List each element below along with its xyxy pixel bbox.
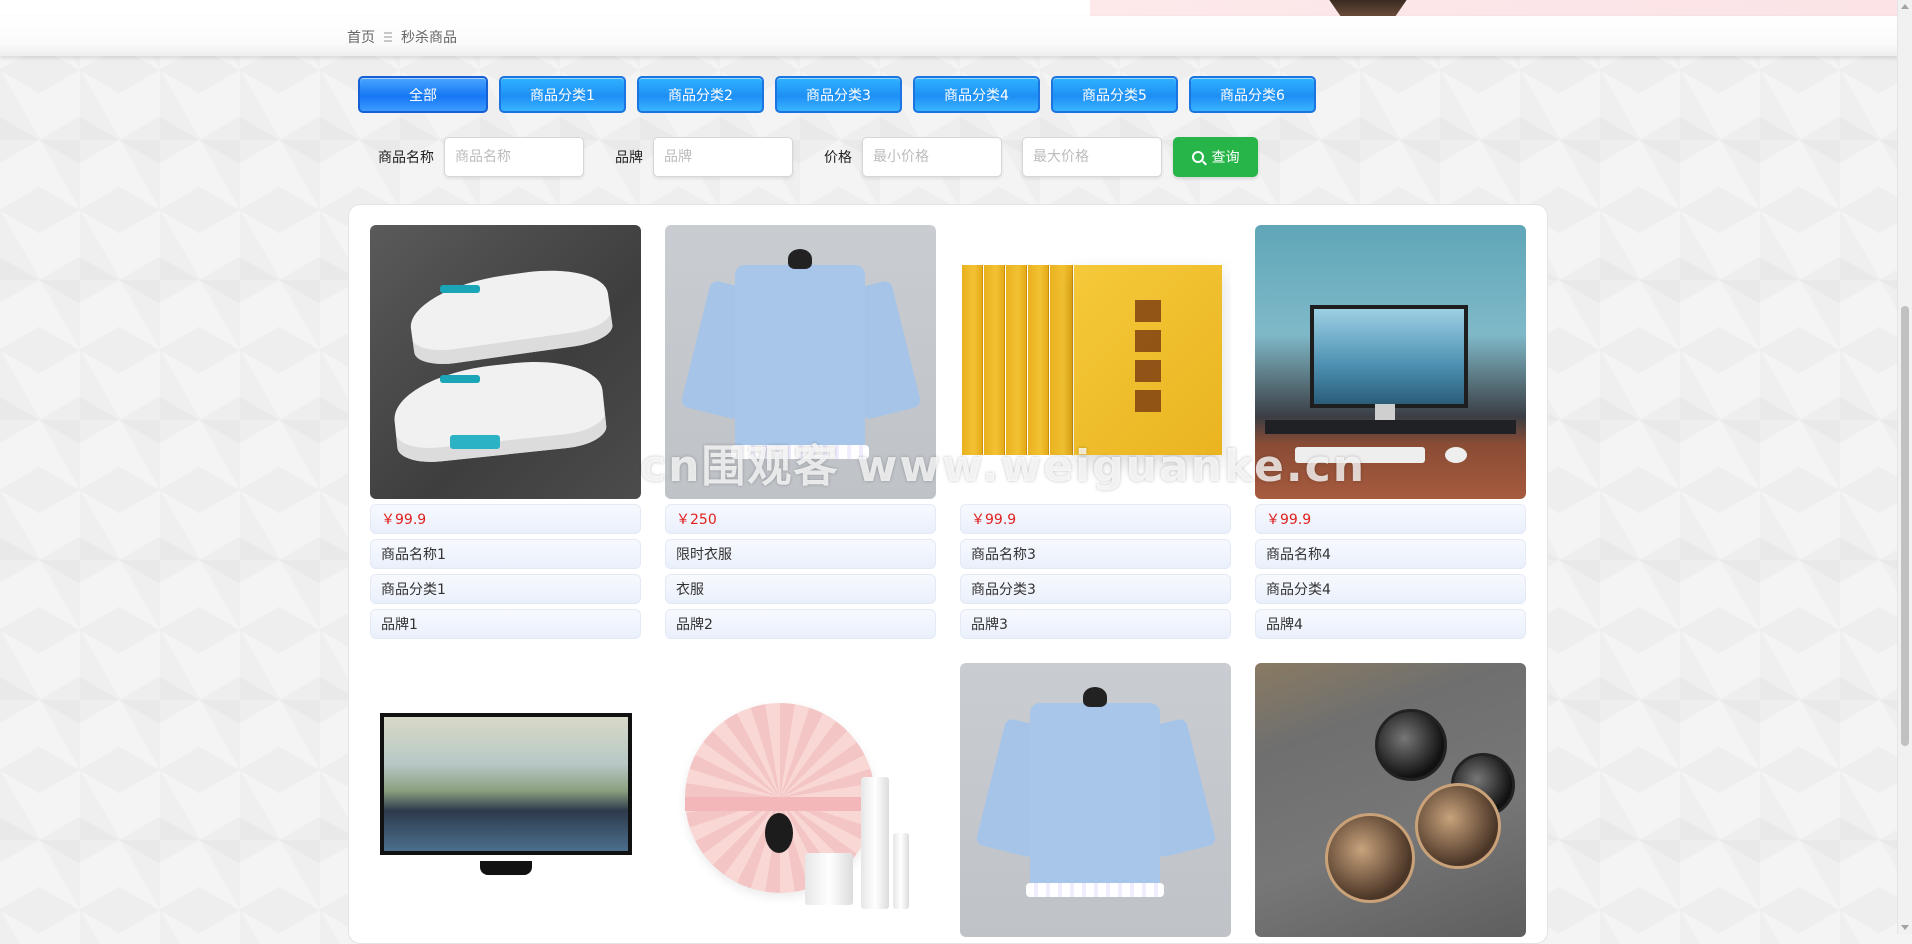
product-name-label: 商品名称 bbox=[378, 150, 434, 166]
product-category: 商品分类1 bbox=[370, 574, 641, 604]
product-card[interactable]: ￥99.9 商品名称3 商品分类3 品牌3 bbox=[960, 225, 1231, 643]
product-card[interactable] bbox=[370, 663, 641, 937]
product-card[interactable]: ￥99.9 商品名称4 商品分类4 品牌4 bbox=[1255, 225, 1526, 643]
product-image-blue-blouse[interactable] bbox=[665, 225, 936, 499]
brand-label: 品牌 bbox=[615, 150, 643, 166]
breadcrumb: 首页 秒杀商品 bbox=[347, 27, 457, 47]
tab-category-5[interactable]: 商品分类5 bbox=[1051, 76, 1178, 113]
search-icon bbox=[1191, 151, 1204, 163]
product-price: ￥99.9 bbox=[960, 504, 1231, 534]
breadcrumb-bar: 首页 秒杀商品 bbox=[0, 16, 1898, 56]
mouse-shape bbox=[1445, 447, 1467, 463]
product-price: ￥99.9 bbox=[1255, 504, 1526, 534]
hanger-shape bbox=[1083, 687, 1107, 707]
hanger-shape bbox=[788, 249, 812, 269]
product-name: 商品名称3 bbox=[960, 539, 1231, 569]
scroll-up-arrow-icon[interactable] bbox=[1901, 4, 1909, 9]
product-brand: 品牌2 bbox=[665, 609, 936, 639]
blouse-hem-shape bbox=[1026, 883, 1164, 897]
category-tabs: 全部 商品分类1 商品分类2 商品分类3 商品分类4 商品分类5 商品分类6 bbox=[358, 76, 1316, 113]
product-image-book-set[interactable] bbox=[960, 225, 1231, 499]
bottle-shape bbox=[861, 777, 889, 909]
jar-shape bbox=[805, 853, 853, 905]
scroll-down-arrow-icon[interactable] bbox=[1901, 925, 1909, 930]
sneaker-accent-shape bbox=[440, 375, 480, 383]
product-image-sunglasses[interactable] bbox=[1255, 663, 1526, 937]
vertical-scrollbar[interactable] bbox=[1897, 0, 1912, 934]
product-brand: 品牌4 bbox=[1255, 609, 1526, 639]
product-price: ￥99.9 bbox=[370, 504, 641, 534]
sneaker-accent-shape bbox=[440, 285, 480, 293]
product-category: 衣服 bbox=[665, 574, 936, 604]
keyboard-shape bbox=[1295, 447, 1425, 463]
tube-shape bbox=[893, 833, 909, 909]
sneaker-top-shape bbox=[405, 261, 615, 369]
scrollbar-thumb[interactable] bbox=[1901, 306, 1909, 746]
blouse-body-shape bbox=[735, 265, 865, 455]
product-grid: ￥99.9 商品名称1 商品分类1 品牌1 ￥250 限时衣服 衣服 品牌2 ￥… bbox=[370, 225, 1526, 937]
product-card[interactable] bbox=[665, 663, 936, 937]
book-spine-shape bbox=[962, 265, 982, 455]
product-name-input[interactable] bbox=[444, 137, 584, 177]
book-spine-shape bbox=[1028, 265, 1048, 455]
desk-shelf-shape bbox=[1265, 420, 1516, 434]
product-image-cosmetics-cushion[interactable] bbox=[665, 663, 936, 937]
breadcrumb-separator-icon bbox=[384, 30, 392, 44]
tab-category-1[interactable]: 商品分类1 bbox=[499, 76, 626, 113]
tab-category-4[interactable]: 商品分类4 bbox=[913, 76, 1040, 113]
product-name: 限时衣服 bbox=[665, 539, 936, 569]
max-price-input[interactable] bbox=[1022, 137, 1162, 177]
cushion-badge-shape bbox=[765, 813, 793, 853]
brand-input[interactable] bbox=[653, 137, 793, 177]
tab-category-3[interactable]: 商品分类3 bbox=[775, 76, 902, 113]
query-button-label: 查询 bbox=[1211, 149, 1240, 165]
query-button[interactable]: 查询 bbox=[1173, 137, 1258, 177]
top-banner bbox=[0, 0, 1898, 16]
product-image-blue-blouse[interactable] bbox=[960, 663, 1231, 937]
book-spine-shape bbox=[984, 265, 1004, 455]
sneaker-accent-shape bbox=[450, 435, 500, 449]
breadcrumb-home-link[interactable]: 首页 bbox=[347, 27, 375, 47]
product-card[interactable]: ￥99.9 商品名称1 商品分类1 品牌1 bbox=[370, 225, 641, 643]
product-image-television[interactable] bbox=[370, 663, 641, 937]
sunglasses-lens-shape bbox=[1325, 813, 1415, 903]
tv-stand-shape bbox=[480, 861, 532, 875]
product-name: 商品名称4 bbox=[1255, 539, 1526, 569]
product-card[interactable] bbox=[960, 663, 1231, 937]
monitor-screen-shape bbox=[1310, 305, 1468, 408]
breadcrumb-current: 秒杀商品 bbox=[401, 30, 457, 46]
product-brand: 品牌3 bbox=[960, 609, 1231, 639]
tab-category-6[interactable]: 商品分类6 bbox=[1189, 76, 1316, 113]
tab-all[interactable]: 全部 bbox=[358, 76, 488, 113]
banner-background bbox=[1090, 0, 1898, 16]
min-price-input[interactable] bbox=[862, 137, 1002, 177]
product-card[interactable]: ￥250 限时衣服 衣服 品牌2 bbox=[665, 225, 936, 643]
price-label: 价格 bbox=[824, 150, 852, 166]
book-spine-shape bbox=[1006, 265, 1026, 455]
product-brand: 品牌1 bbox=[370, 609, 641, 639]
search-form: 商品名称 品牌 价格 查询 bbox=[378, 137, 1258, 177]
product-category: 商品分类4 bbox=[1255, 574, 1526, 604]
product-price: ￥250 bbox=[665, 504, 936, 534]
blouse-body-shape bbox=[1030, 703, 1160, 893]
tv-screen-shape bbox=[384, 717, 628, 851]
product-category: 商品分类3 bbox=[960, 574, 1231, 604]
product-name: 商品名称1 bbox=[370, 539, 641, 569]
book-title-calligraphy-shape bbox=[1135, 300, 1161, 420]
product-image-sneakers[interactable] bbox=[370, 225, 641, 499]
tab-category-2[interactable]: 商品分类2 bbox=[637, 76, 764, 113]
product-card[interactable] bbox=[1255, 663, 1526, 937]
sunglasses-lens-shape bbox=[1375, 709, 1447, 781]
book-spine-shape bbox=[1050, 265, 1072, 455]
blouse-hem-shape bbox=[731, 445, 869, 459]
sneaker-bottom-shape bbox=[389, 354, 609, 466]
product-image-desk-monitor[interactable] bbox=[1255, 225, 1526, 499]
sunglasses-lens-shape bbox=[1415, 783, 1501, 869]
ribbon-shape bbox=[685, 797, 875, 811]
